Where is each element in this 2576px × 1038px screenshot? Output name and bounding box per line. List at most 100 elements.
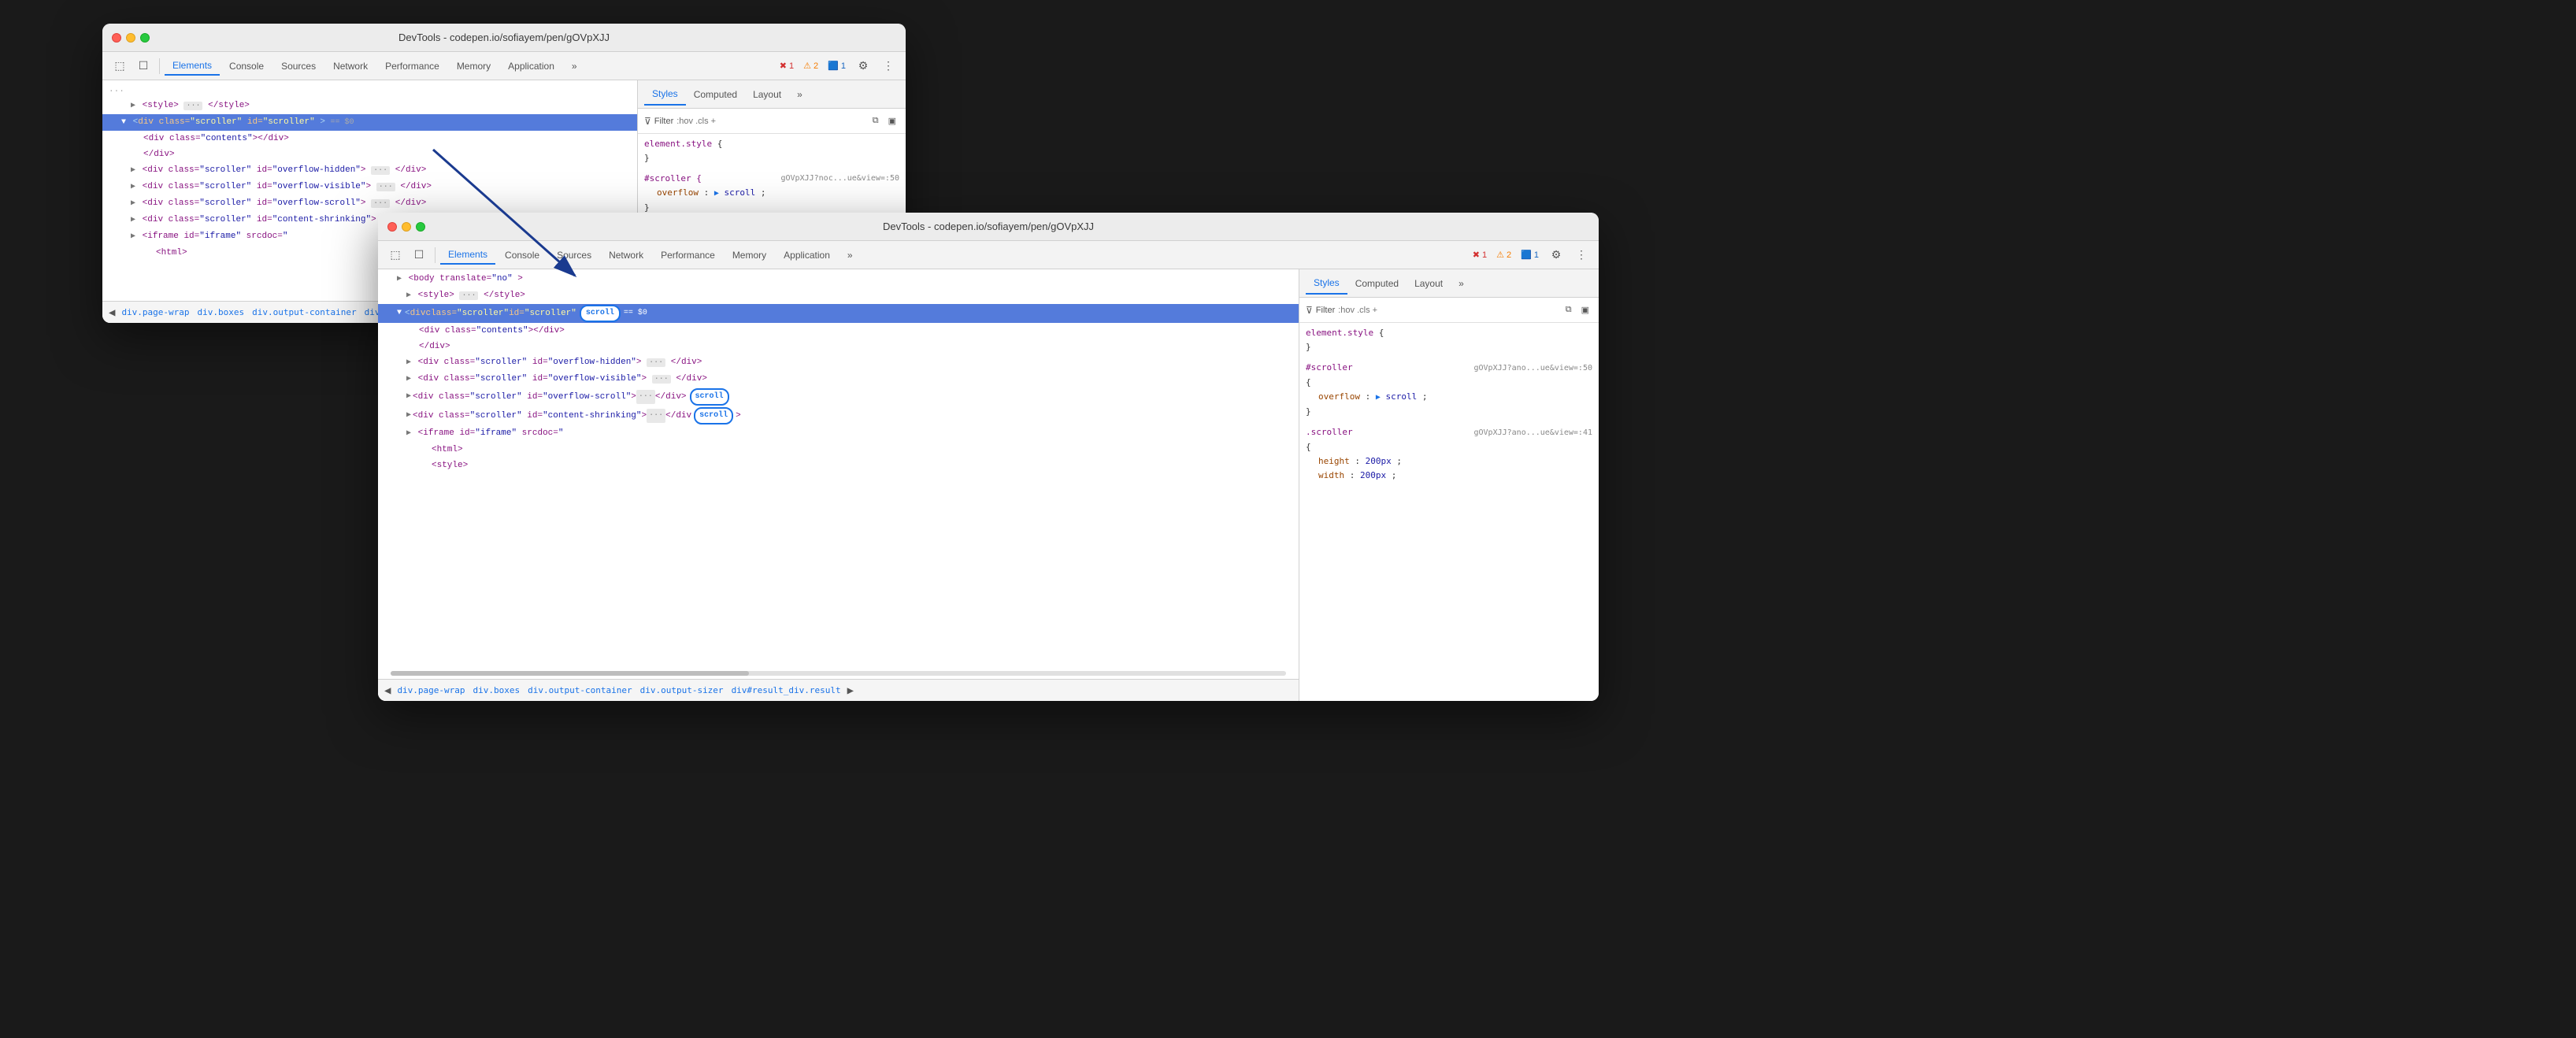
breadcrumb-left-arrow-2[interactable]: ◀ (384, 684, 391, 697)
dom-line[interactable]: <div class="contents"></div> (378, 323, 1299, 339)
breadcrumb-left-arrow[interactable]: ◀ (109, 306, 115, 319)
breadcrumb-item[interactable]: div.output-container (524, 684, 635, 697)
tab-computed-2[interactable]: Computed (1347, 273, 1407, 294)
tab-styles-more-2[interactable]: » (1451, 273, 1472, 294)
dom-line[interactable]: ▶ <div class="scroller" id="overflow-scr… (378, 387, 1299, 406)
minimize-button-2[interactable] (402, 222, 411, 232)
inspect-icon-2[interactable]: ☐ (408, 244, 430, 266)
maximize-button-2[interactable] (416, 222, 425, 232)
breadcrumb-item[interactable]: div.page-wrap (118, 306, 192, 319)
tab-performance-2[interactable]: Performance (653, 247, 723, 264)
dom-line[interactable]: </div> (378, 339, 1299, 354)
tab-more-2[interactable]: » (840, 247, 861, 264)
close-tag-text: </style> (208, 101, 250, 110)
triangle-icon[interactable]: ▶ (131, 102, 135, 110)
maximize-button-1[interactable] (140, 33, 150, 43)
error-badge-2: ✖ 1 (1470, 248, 1490, 261)
tab-computed-1[interactable]: Computed (686, 84, 745, 105)
breadcrumb-right-arrow-2[interactable]: ▶ (847, 684, 854, 697)
dom-line[interactable]: ▶ <style> ··· </style> (102, 98, 637, 114)
close-button-1[interactable] (112, 33, 121, 43)
dom-line[interactable]: ▶ <style> ··· </style> (378, 287, 1299, 304)
css-url-2[interactable]: gOVpXJJ?ano...ue&view=:50 (1473, 361, 1592, 376)
close-button-2[interactable] (387, 222, 397, 232)
tab-elements-1[interactable]: Elements (165, 57, 220, 76)
tab-layout-2[interactable]: Layout (1407, 273, 1451, 294)
triangle-icon[interactable]: ▶ (406, 375, 411, 384)
styles-tabs-1: Styles Computed Layout » (638, 80, 906, 109)
breadcrumb-item[interactable]: div.output-container (249, 306, 359, 319)
dom-line[interactable]: ... (102, 82, 637, 98)
tab-styles-1[interactable]: Styles (644, 83, 686, 106)
dom-line[interactable]: <div class="contents"></div> (102, 131, 637, 146)
tab-styles-2[interactable]: Styles (1306, 272, 1347, 295)
computed-view-icon[interactable]: ▣ (885, 114, 899, 128)
tab-application-1[interactable]: Application (500, 57, 562, 75)
computed-view-icon-2[interactable]: ▣ (1578, 303, 1592, 317)
dom-line[interactable]: </div> (102, 146, 637, 162)
filter-input-2[interactable] (1338, 306, 1559, 315)
triangle-prop-icon-2[interactable]: ▶ (1376, 393, 1381, 402)
triangle-icon[interactable]: ▶ (131, 183, 135, 191)
triangle-icon[interactable]: ▶ (406, 291, 411, 300)
tab-memory-2[interactable]: Memory (725, 247, 774, 264)
dom-line[interactable]: ▶ <div class="scroller" id="overflow-scr… (102, 195, 637, 212)
triangle-icon[interactable]: ▶ (131, 199, 135, 208)
triangle-prop-icon[interactable]: ▶ (714, 189, 719, 198)
tab-performance-1[interactable]: Performance (377, 57, 447, 75)
dom-line-selected[interactable]: ▼ <div class="scroller" id="scroller" > … (102, 114, 637, 131)
scrollbar[interactable] (391, 671, 1286, 676)
tab-layout-1[interactable]: Layout (745, 84, 789, 105)
tab-application-2[interactable]: Application (776, 247, 838, 264)
dom-line[interactable]: ▶ <div class="scroller" id="content-shri… (378, 406, 1299, 425)
cursor-icon[interactable]: ⬚ (109, 55, 131, 77)
tab-styles-more-1[interactable]: » (789, 84, 810, 105)
more-icon-1[interactable]: ⋮ (877, 55, 899, 77)
dom-line[interactable]: ▶ <div class="scroller" id="overflow-vis… (378, 371, 1299, 387)
tab-network-1[interactable]: Network (325, 57, 376, 75)
cursor-icon-2[interactable]: ⬚ (384, 244, 406, 266)
tab-network-2[interactable]: Network (601, 247, 651, 264)
css-url[interactable]: gOVpXJJ?noc...ue&view=:50 (780, 172, 899, 186)
dom-line[interactable]: ▶ <div class="scroller" id="overflow-hid… (102, 162, 637, 179)
minimize-button-1[interactable] (126, 33, 135, 43)
dom-line-selected-2[interactable]: ▼ <div class="scroller" id="scroller" sc… (378, 304, 1299, 323)
tab-sources-1[interactable]: Sources (273, 57, 324, 75)
breadcrumb-item[interactable]: div#result_div.result (728, 684, 844, 697)
breadcrumb-item[interactable]: div.boxes (195, 306, 248, 319)
more-icon-2[interactable]: ⋮ (1570, 244, 1592, 266)
tab-more-1[interactable]: » (564, 57, 585, 75)
triangle-icon[interactable]: ▶ (131, 216, 135, 224)
inspect-icon[interactable]: ☐ (132, 55, 154, 77)
dom-line[interactable]: ▶ <div class="scroller" id="overflow-hid… (378, 354, 1299, 371)
breadcrumb-item[interactable]: div.output-sizer (637, 684, 727, 697)
dom-line[interactable]: <html> (378, 442, 1299, 458)
settings-icon-2[interactable]: ⚙ (1545, 244, 1567, 266)
breadcrumb-item[interactable]: div.page-wrap (394, 684, 468, 697)
dom-line[interactable]: ▶ <div class="scroller" id="overflow-vis… (102, 179, 637, 195)
settings-icon-1[interactable]: ⚙ (852, 55, 874, 77)
scrollbar-thumb[interactable] (391, 671, 749, 676)
copy-icon[interactable]: ⧉ (869, 114, 882, 128)
triangle-icon[interactable]: ▶ (131, 166, 135, 175)
copy-icon-2[interactable]: ⧉ (1562, 303, 1575, 317)
tab-console-1[interactable]: Console (221, 57, 272, 75)
tab-console-2[interactable]: Console (497, 247, 547, 264)
css-url-3[interactable]: gOVpXJJ?ano...ue&view=:41 (1473, 426, 1592, 440)
triangle-icon[interactable]: ▶ (397, 275, 402, 284)
triangle-icon[interactable]: ▼ (397, 306, 402, 321)
triangle-icon[interactable]: ▶ (131, 232, 135, 241)
dom-line[interactable]: ▶ <body translate="no" > (378, 271, 1299, 287)
tab-sources-2[interactable]: Sources (549, 247, 599, 264)
triangle-icon[interactable]: ▶ (406, 358, 411, 367)
triangle-icon[interactable]: ▶ (406, 390, 411, 404)
tab-elements-2[interactable]: Elements (440, 246, 495, 265)
breadcrumb-item[interactable]: div.boxes (470, 684, 524, 697)
triangle-icon[interactable]: ▶ (406, 409, 411, 423)
dom-line[interactable]: <style> (378, 458, 1299, 473)
tab-memory-1[interactable]: Memory (449, 57, 499, 75)
filter-input-1[interactable] (676, 117, 865, 126)
dom-line[interactable]: ▶ <iframe id="iframe" srcdoc=" (378, 425, 1299, 442)
triangle-icon[interactable]: ▼ (121, 118, 126, 127)
triangle-icon[interactable]: ▶ (406, 429, 411, 438)
